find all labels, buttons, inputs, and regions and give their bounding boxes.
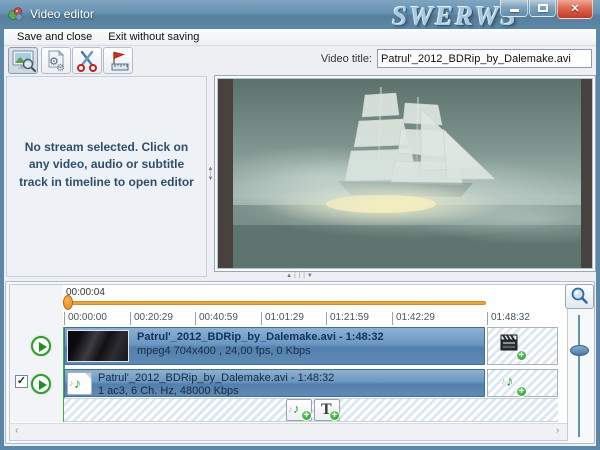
- time-tick: 01:21:59: [326, 312, 369, 325]
- minimize-button[interactable]: [500, 0, 528, 17]
- add-track-strip: ♪ ♪ + T +: [64, 398, 558, 422]
- playhead-position: 00:00:04: [66, 287, 105, 298]
- add-subtitle-track-button[interactable]: T +: [314, 399, 340, 421]
- close-icon: ✕: [558, 0, 592, 18]
- title-bar[interactable]: Video editor SWERWS ✕: [0, 0, 600, 29]
- add-audio-plus-icon[interactable]: +: [516, 386, 527, 397]
- note-echo-icon: ♪: [288, 404, 293, 414]
- add-audio-area: ♪ ♪ +: [487, 369, 558, 397]
- timeline-panel: 00:00:04 00:00:00 00:20:29 00:40:59 01:0…: [5, 281, 595, 444]
- timeline-content: 00:00:04 00:00:00 00:20:29 00:40:59 01:0…: [9, 284, 568, 441]
- audio-file-icon: ♪ ♪: [67, 372, 92, 395]
- video-track[interactable]: Patrul'_2012_BDRip_by_Dalemake.avi - 1:4…: [64, 327, 485, 365]
- cut-button[interactable]: [72, 47, 102, 74]
- chapters-button[interactable]: [103, 47, 133, 74]
- seek-bar[interactable]: [68, 301, 486, 305]
- audio-enabled-checkbox[interactable]: ✓: [15, 375, 28, 388]
- music-note-icon: ♪: [74, 375, 81, 391]
- scroll-left-icon[interactable]: ‹: [15, 425, 18, 436]
- svg-text:⚙: ⚙: [56, 63, 65, 73]
- video-title-label: Video title:: [304, 53, 372, 65]
- timeline-scrollbar[interactable]: ‹ ›: [10, 423, 567, 440]
- note-echo-icon: ♪: [501, 376, 506, 386]
- chapters-flag-icon: [106, 50, 132, 73]
- timeline-zoom-button[interactable]: [565, 284, 594, 309]
- client-area: ⚙ ⚙ Video title: No stream selected.: [4, 46, 596, 446]
- time-tick: 01:01:29: [261, 312, 304, 325]
- splitter-down-icon: ▼: [208, 177, 214, 182]
- preview-frame-image: [233, 79, 589, 268]
- vertical-splitter[interactable]: ▲ ┆ ▼: [207, 76, 214, 272]
- preview-monitor-icon: [11, 50, 37, 73]
- menu-exit-without-saving[interactable]: Exit without saving: [100, 30, 207, 44]
- folded-corner-icon: [85, 373, 91, 379]
- toolbar: ⚙ ⚙ Video title:: [4, 46, 596, 75]
- audio-track-details: 1 ac3, 6 Ch. Hz, 48000 Kbps: [98, 385, 239, 397]
- add-video-plus-icon[interactable]: +: [516, 350, 527, 361]
- audio-track-title: Patrul'_2012_BDRip_by_Dalemake.avi - 1:4…: [98, 372, 334, 384]
- audio-track[interactable]: ♪ ♪ Patrul'_2012_BDRip_by_Dalemake.avi -…: [64, 369, 485, 397]
- zoom-slider-track[interactable]: [578, 315, 580, 437]
- video-preview: [214, 75, 596, 272]
- add-audio-track-button[interactable]: ♪ ♪ +: [286, 399, 312, 421]
- stream-editor-panel: No stream selected. Click on any video, …: [6, 76, 207, 277]
- music-note-icon: ♪: [506, 373, 514, 390]
- time-tick: 01:42:29: [392, 312, 435, 325]
- plus-icon: +: [301, 410, 312, 421]
- preview-button[interactable]: [8, 47, 38, 74]
- close-button[interactable]: ✕: [557, 0, 593, 19]
- window-title: Video editor: [30, 7, 94, 21]
- menu-bar: Save and close Exit without saving: [4, 29, 596, 46]
- pillarbox-left: [218, 79, 233, 268]
- menu-save-and-close[interactable]: Save and close: [9, 30, 100, 44]
- splitter-grip-icon: ▲┆┆┆▼: [286, 273, 314, 279]
- video-track-title: Patrul'_2012_BDRip_by_Dalemake.avi - 1:4…: [137, 331, 384, 343]
- scroll-right-icon[interactable]: ›: [556, 425, 559, 436]
- zoom-slider-handle[interactable]: [570, 345, 589, 356]
- play-video-track-button[interactable]: [31, 336, 51, 356]
- playhead-handle[interactable]: [63, 295, 73, 310]
- plus-icon: +: [329, 410, 340, 421]
- play-audio-track-button[interactable]: [31, 374, 51, 394]
- app-icon: [8, 6, 24, 22]
- add-video-area: +: [487, 327, 558, 365]
- settings-button[interactable]: ⚙ ⚙: [41, 47, 71, 74]
- magnifier-icon: [566, 285, 593, 308]
- encoding-settings-icon: ⚙ ⚙: [44, 50, 70, 73]
- small-note-icon: ♪: [69, 378, 74, 388]
- maximize-button[interactable]: [529, 0, 556, 17]
- minimize-icon: [510, 9, 519, 12]
- time-tick: 00:20:29: [130, 312, 173, 325]
- time-tick: 00:40:59: [195, 312, 238, 325]
- video-title-input[interactable]: [377, 49, 592, 68]
- clapperboard-icon: [500, 334, 520, 352]
- video-thumbnail: [67, 330, 129, 362]
- music-note-icon: ♪: [293, 401, 300, 416]
- no-stream-message: No stream selected. Click on any video, …: [7, 139, 206, 191]
- video-track-details: mpeg4 704x400 , 24,00 fps, 0 Kbps: [137, 345, 311, 357]
- pillarbox-right: [581, 79, 592, 268]
- time-tick: 00:00:00: [64, 312, 107, 325]
- cut-scissors-icon: [75, 50, 101, 73]
- horizontal-splitter[interactable]: ▲┆┆┆▼: [276, 273, 324, 280]
- maximize-icon: [538, 4, 548, 12]
- duration-tick: 01:48:32: [487, 312, 530, 325]
